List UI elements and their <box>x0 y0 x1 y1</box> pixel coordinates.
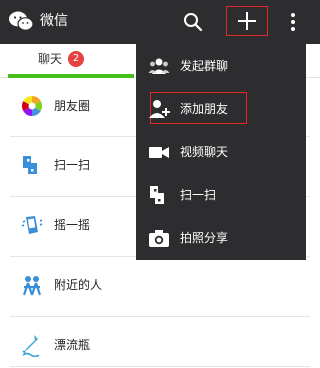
list-item-label: 附近的人 <box>54 278 103 292</box>
list-item-label: 漂流瓶 <box>54 338 91 352</box>
plus-icon <box>238 12 256 30</box>
shake-icon <box>21 216 43 234</box>
unread-badge: 2 <box>68 51 84 67</box>
menu-item-add-friend[interactable]: 添加朋友 <box>136 87 306 130</box>
menu-item-photo-share[interactable]: 拍照分享 <box>136 216 306 259</box>
menu-item-label: 添加朋友 <box>180 102 229 116</box>
moments-icon <box>21 95 43 117</box>
drift-bottle-icon <box>22 335 40 357</box>
menu-item-video-chat[interactable]: 视频聊天 <box>136 130 306 173</box>
list-item-label: 扫一扫 <box>54 158 91 172</box>
more-vertical-icon[interactable] <box>286 11 300 33</box>
plus-button[interactable] <box>226 6 268 36</box>
plus-dropdown-menu: 发起群聊 添加朋友 视频聊天 扫一扫 拍照分享 <box>136 44 306 260</box>
scan-icon <box>23 156 37 174</box>
menu-item-label: 拍照分享 <box>180 231 229 245</box>
list-item-people-nearby[interactable]: 附近的人 <box>0 257 320 315</box>
wechat-logo-icon <box>9 11 34 31</box>
tab-chat-label: 聊天 <box>38 52 63 66</box>
app-title: 微信 <box>40 13 68 29</box>
list-item-label: 朋友圈 <box>54 99 91 113</box>
menu-item-scan[interactable]: 扫一扫 <box>136 173 306 216</box>
group-chat-icon <box>148 58 170 74</box>
divider <box>10 366 310 367</box>
camera-icon <box>149 230 169 247</box>
search-icon[interactable] <box>182 11 204 33</box>
top-action-bar: 微信 <box>0 0 320 44</box>
menu-item-group-chat[interactable]: 发起群聊 <box>136 44 306 87</box>
scan-icon <box>150 186 164 204</box>
menu-item-label: 扫一扫 <box>180 188 217 202</box>
list-item-drift-bottle[interactable]: 漂流瓶 <box>0 317 320 368</box>
tab-chat[interactable]: 聊天 2 <box>0 44 106 78</box>
list-item-label: 摇一摇 <box>54 218 91 232</box>
menu-item-label: 视频聊天 <box>180 145 229 159</box>
add-friend-icon <box>149 100 170 118</box>
menu-item-label: 发起群聊 <box>180 59 229 73</box>
video-chat-icon <box>149 147 169 158</box>
people-nearby-icon <box>22 276 42 296</box>
